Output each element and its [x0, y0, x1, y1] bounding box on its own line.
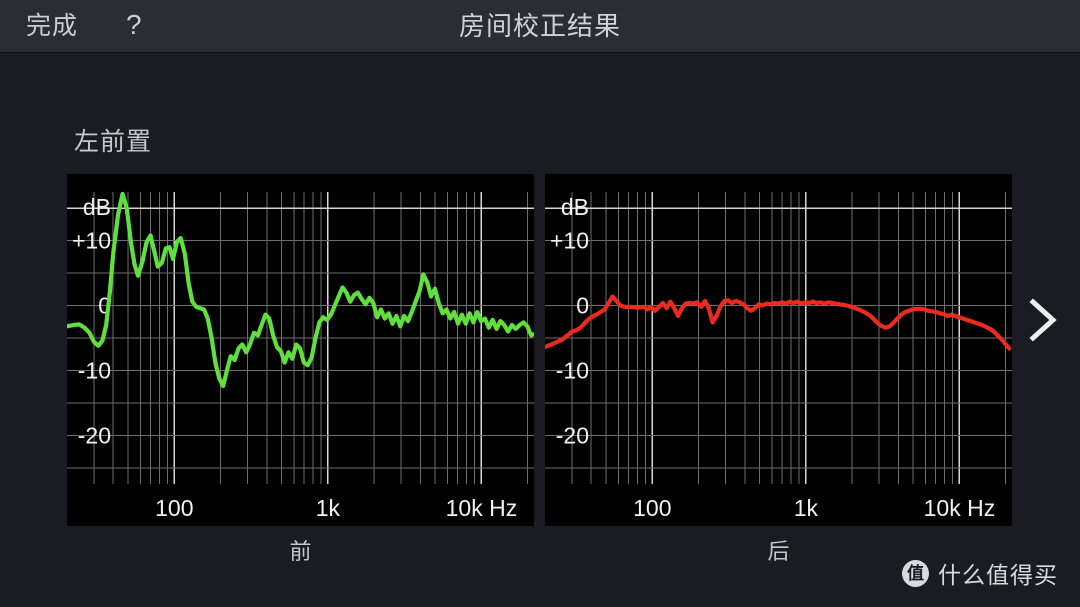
chart-before: dB +10 0 -10 -20 100 1k 10k Hz	[67, 174, 534, 526]
svg-text:+10: +10	[72, 228, 111, 254]
room-correction-screen: 完成 ? 房间校正结果 左前置 dB +10 0 -10 -20 100 1k 10k Hz …	[0, 0, 1080, 607]
watermark-text: 什么值得买	[938, 562, 1058, 588]
svg-text:10k Hz: 10k Hz	[924, 495, 996, 521]
chart-before-caption: 前	[289, 539, 312, 564]
svg-text:dB: dB	[83, 194, 111, 220]
watermark: 值 什么值得买	[902, 556, 1058, 590]
page-title: 房间校正结果	[458, 11, 621, 41]
chart-before-svg: dB+100-10-20100 1k 10k Hz	[67, 174, 534, 526]
svg-text:-10: -10	[78, 357, 111, 383]
svg-text:1k: 1k	[316, 495, 341, 521]
channel-label: 左前置	[74, 128, 153, 156]
svg-text:-10: -10	[556, 357, 589, 383]
svg-text:0: 0	[576, 293, 589, 319]
chart-after: dB +10 0 -10 -20 100 1k 10k Hz	[545, 174, 1012, 526]
app-header: 完成 ? 房间校正结果	[0, 0, 1080, 53]
svg-text:100: 100	[155, 495, 193, 521]
svg-text:100: 100	[633, 495, 671, 521]
svg-text:-20: -20	[556, 422, 589, 448]
svg-text:dB: dB	[561, 194, 589, 220]
svg-text:-20: -20	[78, 422, 111, 448]
next-channel-button[interactable]	[1022, 296, 1062, 344]
svg-text:10k Hz: 10k Hz	[446, 495, 518, 521]
chart-after-svg: dB +10 0 -10 -20 100 1k 10k Hz	[545, 174, 1012, 526]
chevron-right-icon	[1029, 298, 1057, 342]
svg-text:+10: +10	[550, 228, 589, 254]
svg-text:1k: 1k	[794, 495, 819, 521]
watermark-logo: 值	[902, 559, 929, 587]
